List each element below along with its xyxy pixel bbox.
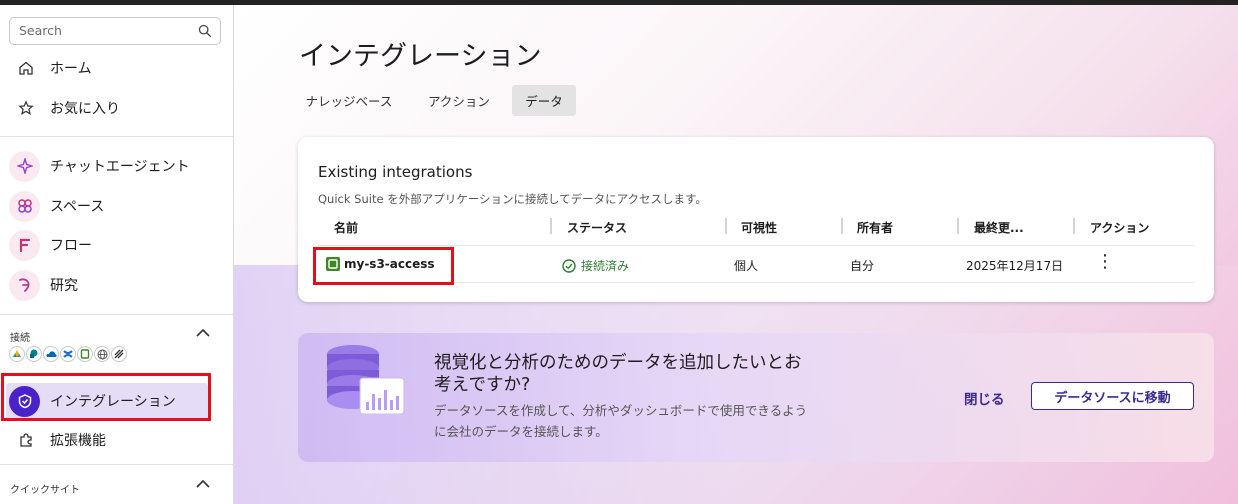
sidebar-item-label: フロー — [50, 238, 92, 254]
home-icon — [17, 59, 35, 77]
column-separator — [1073, 218, 1075, 234]
sidebar-divider — [0, 136, 234, 137]
banner-body: データソースを作成して、分析やダッシュボードで使用できるように会社のデータを接続… — [434, 403, 808, 439]
search-input[interactable]: Search — [9, 17, 221, 45]
search-icon[interactable] — [198, 24, 212, 38]
card-title: Existing integrations — [318, 163, 473, 181]
sidebar-item-label: チャットエージェント — [50, 159, 190, 175]
column-separator — [841, 218, 843, 234]
column-header-visibility[interactable]: 可視性 — [741, 219, 777, 236]
chat-agent-icon — [9, 150, 40, 182]
banner-headline: 視覚化と分析のためのデータを追加したいとお考えですか? — [434, 353, 802, 395]
tab-actions[interactable]: アクション — [418, 85, 500, 116]
column-separator — [725, 218, 727, 234]
column-header-actions[interactable]: アクション — [1090, 219, 1149, 236]
database-chart-icon — [327, 345, 405, 414]
page-title: インテグレーション — [299, 41, 542, 72]
google-drive-icon[interactable] — [9, 346, 25, 362]
chevron-up-icon[interactable] — [196, 328, 210, 338]
owner-value: 自分 — [850, 259, 875, 273]
sidebar-item-label: 研究 — [50, 278, 78, 294]
column-header-status[interactable]: ステータス — [567, 219, 627, 236]
close-button[interactable]: 閉じる — [964, 388, 1005, 408]
go-to-data-sources-button[interactable]: データソースに移動 — [1031, 382, 1194, 410]
sidebar-item-chat-agents[interactable]: チャットエージェント — [0, 148, 234, 184]
sidebar-item-label: ホーム — [50, 61, 92, 77]
column-separator — [550, 218, 552, 234]
status-text: 接続済み — [581, 259, 630, 273]
confluence-icon[interactable] — [60, 346, 76, 362]
annotation-highlight-box — [313, 247, 454, 285]
flow-icon — [9, 229, 40, 261]
search-placeholder: Search — [19, 23, 62, 38]
research-icon — [9, 269, 40, 301]
connection-icons — [9, 346, 127, 362]
status-badge: 接続済み — [562, 257, 629, 274]
sidebar-item-label: 拡張機能 — [50, 433, 106, 449]
column-header-name[interactable]: 名前 — [334, 219, 358, 236]
table-row-divider — [318, 245, 1194, 246]
check-circle-icon — [562, 258, 576, 273]
main-content: インテグレーション ナレッジベース アクション データ Existing int… — [234, 5, 1238, 504]
sidebar-item-favorites[interactable]: お気に入り — [0, 90, 234, 126]
sidebar-item-research[interactable]: 研究 — [0, 267, 234, 303]
other-icon[interactable] — [111, 346, 127, 362]
sidebar-divider — [0, 464, 234, 465]
sidebar-item-flows[interactable]: フロー — [0, 227, 234, 263]
sidebar-item-extensions[interactable]: 拡張機能 — [0, 422, 234, 458]
star-icon — [17, 99, 35, 117]
tab-data[interactable]: データ — [512, 85, 576, 116]
annotation-highlight-box — [1, 373, 211, 421]
s3-icon[interactable] — [77, 346, 93, 362]
sidebar-item-spaces[interactable]: スペース — [0, 188, 234, 224]
last-updated-value: 2025年12月17日 — [966, 259, 1064, 273]
connections-section-label: 接続 — [10, 333, 30, 344]
sidebar-item-label: お気に入り — [50, 101, 120, 117]
sidebar-divider — [0, 314, 234, 315]
sharepoint-icon[interactable] — [26, 346, 42, 362]
sidebar-item-label: スペース — [50, 199, 105, 215]
onedrive-icon[interactable] — [43, 346, 59, 362]
puzzle-icon — [17, 431, 35, 449]
existing-integrations-card: Existing integrations Quick Suite を外部アプリ… — [298, 137, 1214, 302]
chevron-up-icon[interactable] — [196, 479, 210, 489]
column-separator — [957, 218, 959, 234]
sidebar: Search ホーム お気に入り チャットエージェント スペース フロー 研究 … — [0, 5, 234, 504]
spaces-icon — [9, 190, 40, 222]
column-header-last-updated[interactable]: 最終更... — [974, 219, 1024, 236]
visibility-value: 個人 — [734, 259, 759, 273]
add-data-banner: 視覚化と分析のためのデータを追加したいとお考えですか? データソースを作成して、… — [298, 333, 1214, 462]
web-icon[interactable] — [94, 346, 110, 362]
tab-knowledge-base[interactable]: ナレッジベース — [298, 85, 400, 116]
more-actions-icon[interactable]: ⋮ — [1096, 253, 1114, 271]
column-header-owner[interactable]: 所有者 — [857, 219, 893, 236]
sidebar-item-home[interactable]: ホーム — [0, 50, 234, 86]
card-subtitle: Quick Suite を外部アプリケーションに接続してデータにアクセスします。 — [318, 192, 707, 206]
quicksight-section-label: クイックサイト — [10, 485, 80, 496]
